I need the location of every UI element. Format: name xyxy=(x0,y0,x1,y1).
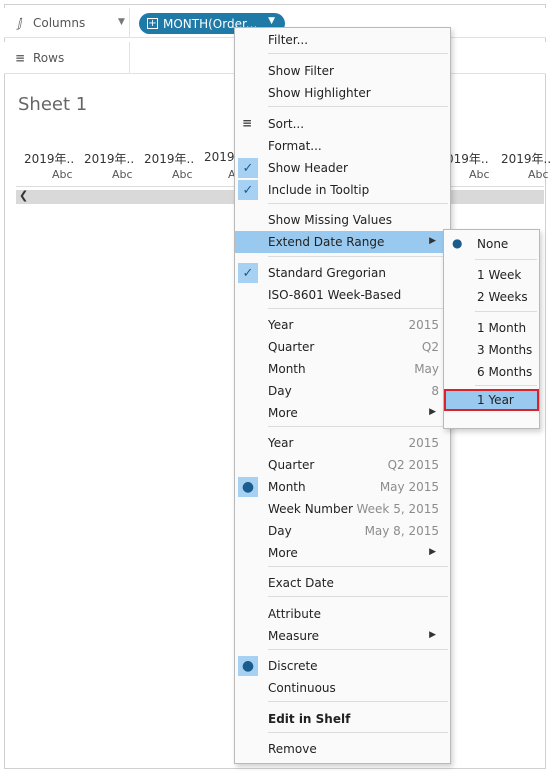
submenu-separator xyxy=(475,259,537,260)
menu-separator xyxy=(268,256,448,257)
menu-discrete-quarter[interactable]: Quarter Q2 xyxy=(235,336,450,358)
menu-exact-week-number[interactable]: Week Number Week 5, 2015 xyxy=(235,498,450,520)
menu-exact-year[interactable]: Year 2015 xyxy=(235,432,450,454)
check-icon: ✓ xyxy=(238,263,258,283)
menu-separator xyxy=(268,649,448,650)
rows-label-text: Rows xyxy=(33,50,65,65)
sort-icon: ≡ xyxy=(242,116,253,130)
menu-separator xyxy=(268,308,448,309)
column-sub-header: Abc xyxy=(528,168,549,181)
selected-dot-icon: ● xyxy=(238,656,258,676)
extend-date-range-submenu: ● None 1 Week 2 Weeks 1 Month 3 Months 6… xyxy=(443,229,540,429)
menu-sort[interactable]: ≡ Sort... xyxy=(235,113,450,135)
columns-label-text: Columns xyxy=(33,15,86,30)
column-sub-header: Abc xyxy=(172,168,193,181)
menu-exact-quarter[interactable]: Quarter Q2 2015 xyxy=(235,454,450,476)
submenu-1-month[interactable]: 1 Month xyxy=(444,317,539,339)
check-icon: ✓ xyxy=(238,180,258,200)
sheet-title: Sheet 1 xyxy=(18,94,88,115)
menu-separator xyxy=(268,701,448,702)
menu-discrete-month[interactable]: Month May xyxy=(235,358,450,380)
menu-measure[interactable]: Measure ▶ xyxy=(235,625,450,647)
column-header[interactable]: 019年.. xyxy=(446,150,489,167)
submenu-6-months[interactable]: 6 Months xyxy=(444,361,539,383)
menu-format[interactable]: Format... xyxy=(235,135,450,157)
menu-iso-week-based[interactable]: ISO-8601 Week-Based xyxy=(235,284,450,306)
submenu-1-year[interactable]: 1 Year xyxy=(444,389,539,411)
menu-remove[interactable]: Remove xyxy=(235,738,450,760)
menu-discrete-day[interactable]: Day 8 xyxy=(235,380,450,402)
menu-exact-month[interactable]: ● Month May 2015 xyxy=(235,476,450,498)
menu-continuous[interactable]: Continuous xyxy=(235,677,450,699)
pill-context-menu: Filter... Show Filter Show Highlighter ≡… xyxy=(234,27,451,764)
submenu-separator xyxy=(475,311,537,312)
selected-dot-icon: ● xyxy=(452,236,463,250)
submenu-arrow-icon: ▶ xyxy=(429,547,436,557)
submenu-arrow-icon: ▶ xyxy=(429,407,436,417)
rows-icon: ≡ xyxy=(14,50,26,65)
submenu-arrow-icon: ▶ xyxy=(429,236,436,246)
menu-discrete-year[interactable]: Year 2015 xyxy=(235,314,450,336)
menu-separator xyxy=(268,53,448,54)
menu-separator xyxy=(268,566,448,567)
menu-separator xyxy=(268,426,448,427)
expand-plus-icon[interactable]: + xyxy=(147,18,158,29)
menu-discrete-more[interactable]: More ▶ xyxy=(235,402,450,424)
submenu-2-weeks[interactable]: 2 Weeks xyxy=(444,286,539,308)
menu-show-missing-values[interactable]: Show Missing Values xyxy=(235,209,450,231)
menu-show-highlighter[interactable]: Show Highlighter xyxy=(235,82,450,104)
menu-standard-gregorian[interactable]: ✓ Standard Gregorian xyxy=(235,262,450,284)
column-sub-header: Abc xyxy=(52,168,73,181)
pill-dropdown-icon[interactable]: ▼ xyxy=(268,16,275,26)
column-header[interactable]: 2019年.. xyxy=(84,150,134,167)
menu-separator xyxy=(268,596,448,597)
menu-discrete[interactable]: ● Discrete xyxy=(235,655,450,677)
submenu-arrow-icon: ▶ xyxy=(429,630,436,640)
menu-exact-date[interactable]: Exact Date xyxy=(235,572,450,594)
menu-exact-day[interactable]: Day May 8, 2015 xyxy=(235,520,450,542)
column-sub-header: Abc xyxy=(112,168,133,181)
menu-show-filter[interactable]: Show Filter xyxy=(235,60,450,82)
menu-filter[interactable]: Filter... xyxy=(235,29,450,51)
columns-shelf-label: ⅉ Columns xyxy=(4,8,130,37)
menu-edit-in-shelf[interactable]: Edit in Shelf xyxy=(235,708,450,730)
submenu-none[interactable]: ● None xyxy=(444,233,539,255)
menu-separator xyxy=(268,106,448,107)
menu-include-tooltip[interactable]: ✓ Include in Tooltip xyxy=(235,179,450,201)
submenu-3-months[interactable]: 3 Months xyxy=(444,339,539,361)
submenu-separator xyxy=(475,385,537,386)
menu-attribute[interactable]: Attribute xyxy=(235,603,450,625)
column-header[interactable]: 2019年.. xyxy=(24,150,74,167)
column-header[interactable]: 2019年.. xyxy=(144,150,194,167)
column-header[interactable]: 2019 xyxy=(204,150,235,164)
menu-show-header[interactable]: ✓ Show Header xyxy=(235,157,450,179)
menu-separator xyxy=(268,203,448,204)
column-sub-header: Abc xyxy=(469,168,490,181)
selected-dot-icon: ● xyxy=(238,477,258,497)
columns-icon: ⅉ xyxy=(17,15,23,30)
menu-extend-date-range[interactable]: Extend Date Range ▶ xyxy=(235,231,450,253)
menu-exact-more[interactable]: More ▶ xyxy=(235,542,450,564)
scroll-left-icon[interactable]: ❮ xyxy=(19,189,28,202)
rows-shelf-label: ≡ Rows xyxy=(4,42,130,73)
column-header[interactable]: 2019年.. xyxy=(501,150,550,167)
menu-separator xyxy=(268,732,448,733)
check-icon: ✓ xyxy=(238,158,258,178)
submenu-1-week[interactable]: 1 Week xyxy=(444,264,539,286)
chevron-down-icon[interactable]: ▼ xyxy=(118,17,125,27)
